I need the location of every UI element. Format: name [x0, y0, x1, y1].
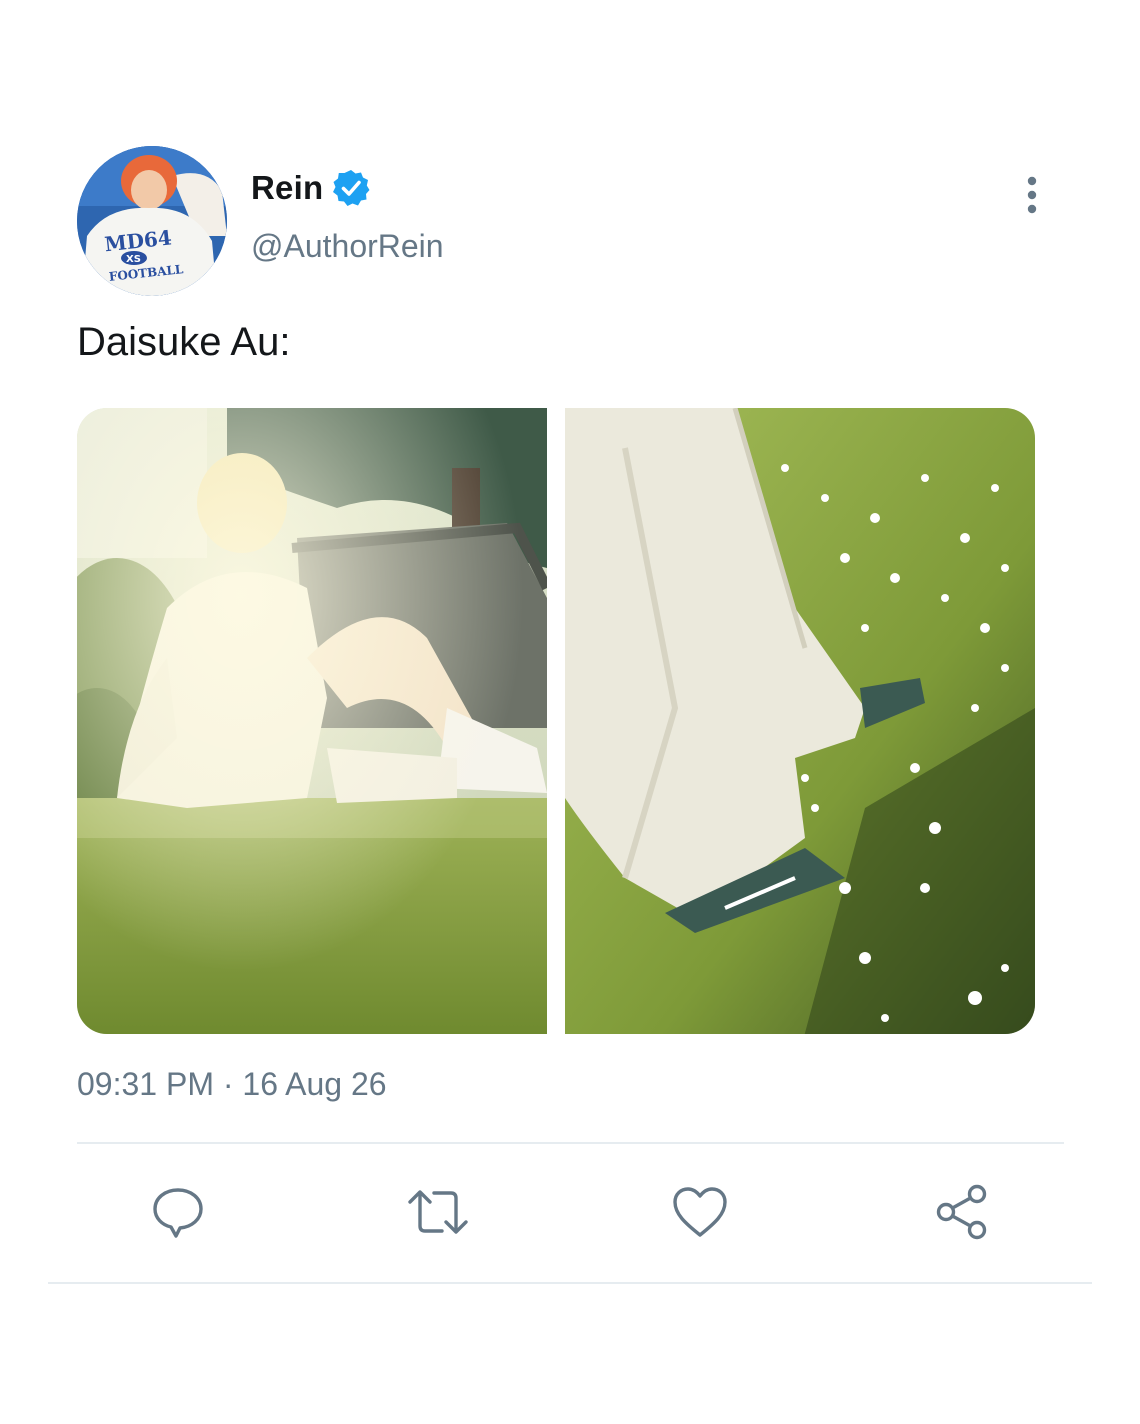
avatar-image: MD64 XS FOOTBALL: [77, 146, 227, 296]
reply-button[interactable]: [146, 1180, 210, 1244]
share-button[interactable]: [930, 1180, 994, 1244]
heart-icon: [673, 1187, 727, 1237]
reply-icon: [153, 1188, 203, 1238]
display-name[interactable]: Rein: [251, 169, 323, 207]
verified-badge-icon: [333, 170, 370, 206]
media-photo-2[interactable]: [565, 408, 1035, 1034]
share-icon: [936, 1184, 987, 1240]
more-vertical-icon: [1027, 176, 1037, 214]
retweet-button[interactable]: [406, 1180, 470, 1244]
like-button[interactable]: [668, 1180, 732, 1244]
tweet-card: MD64 XS FOOTBALL Rein @AuthorRein Daisuk…: [0, 0, 1140, 1424]
divider: [77, 1142, 1064, 1144]
more-options-button[interactable]: [1012, 172, 1052, 220]
media-photo-1[interactable]: [77, 408, 547, 1034]
avatar-badge-text: XS: [126, 254, 141, 265]
retweet-icon: [408, 1190, 468, 1234]
tweet-timestamp: 09:31 PM · 16 Aug 26: [77, 1066, 387, 1102]
photo-sitting-on-grass: [77, 408, 547, 1034]
author-name-row[interactable]: Rein: [251, 166, 371, 210]
author-handle[interactable]: @AuthorRein: [251, 228, 444, 265]
tweet-text: Daisuke Au:: [77, 320, 291, 364]
avatar[interactable]: MD64 XS FOOTBALL: [77, 146, 227, 296]
photo-walking-on-daisies: [565, 408, 1035, 1034]
divider: [48, 1282, 1092, 1284]
media-grid: [77, 408, 1035, 1034]
